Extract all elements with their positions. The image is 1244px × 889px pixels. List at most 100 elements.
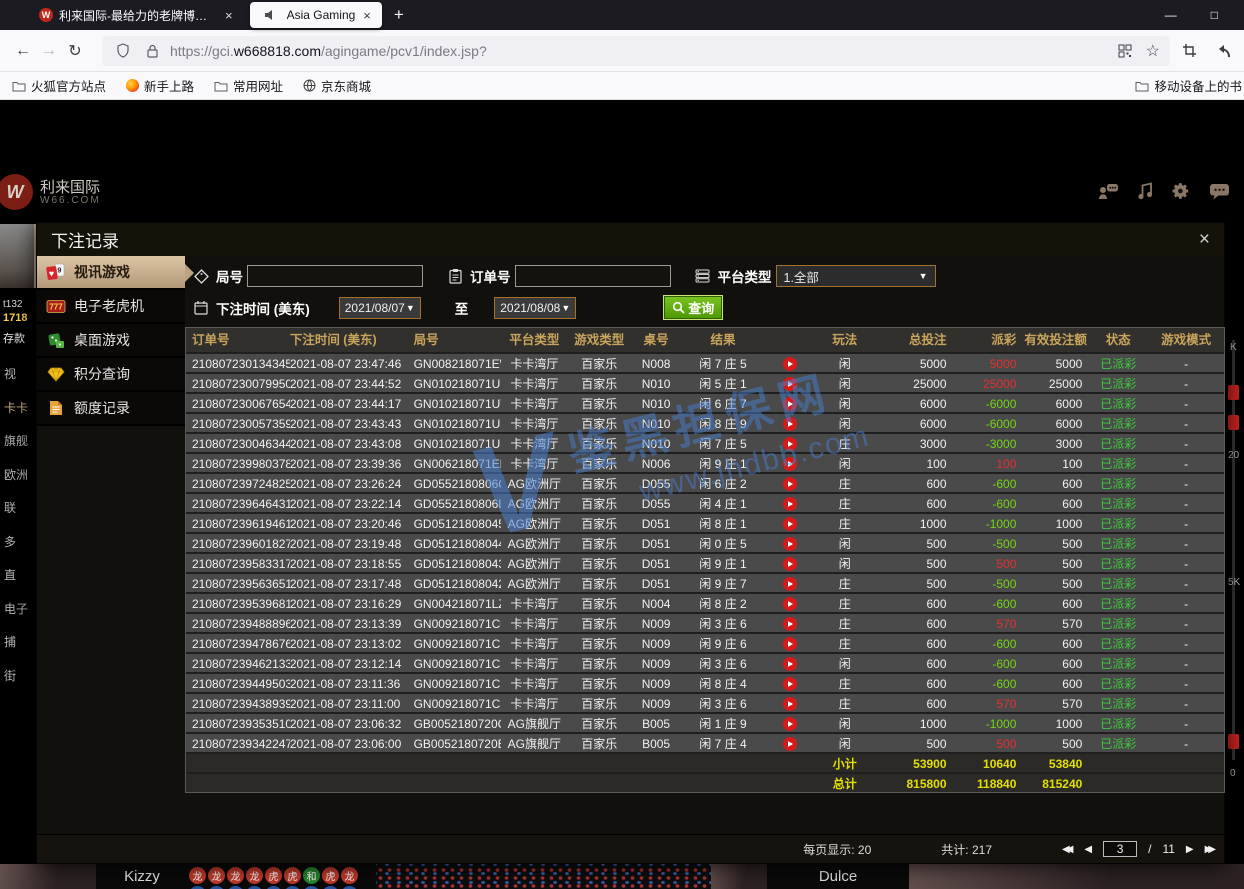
left-nav-fragment[interactable]: 视 [0,358,36,392]
page-number-input[interactable] [1103,841,1137,857]
bookmark-star-icon[interactable]: ☆ [1146,41,1160,61]
window-maximize-button[interactable]: □ [1211,8,1218,22]
url-text[interactable]: https://gci.w668818.com/agingame/pcv1/in… [170,43,487,59]
replay-button[interactable] [783,437,797,451]
bookmark-folder-firefox[interactable]: 火狐官方站点 [12,76,106,95]
replay-button[interactable] [783,577,797,591]
table-row[interactable]: 210807230079950 2021-08-07 23:44:52 GN01… [186,372,1224,392]
query-button[interactable]: 查询 [664,296,722,319]
table-row[interactable]: 210807230057359 2021-08-07 23:43:43 GN01… [186,412,1224,432]
sidebar-item-slots[interactable]: 777 电子老虎机 [37,290,185,324]
platform-type-select[interactable]: 1.全部 ▼ [776,265,936,287]
table-row[interactable]: 210807239539681 2021-08-07 23:16:29 GN00… [186,592,1224,612]
table-row[interactable]: 210807239646431 2021-08-07 23:22:14 GD05… [186,492,1224,512]
table-row[interactable]: 210807239980378 2021-08-07 23:39:36 GN00… [186,452,1224,472]
table-row[interactable]: 210807230067654 2021-08-07 23:44:17 GN01… [186,392,1224,412]
left-nav-fragment[interactable]: 联 [0,492,36,526]
left-nav-fragment[interactable]: 多 [0,526,36,560]
bookmark-folder-common[interactable]: 常用网址 [214,76,283,95]
left-nav-fragment[interactable]: 街 [0,660,36,694]
replay-button[interactable] [783,677,797,691]
table-row[interactable]: 210807239563651 2021-08-07 23:17:48 GD05… [186,572,1224,592]
table-row[interactable]: 210807239342247 2021-08-07 23:06:00 GB00… [186,732,1224,752]
deposit-button[interactable]: 存款 [3,330,25,346]
window-minimize-button[interactable]: — [1165,8,1177,22]
left-nav-fragment[interactable]: 直 [0,559,36,593]
replay-button[interactable] [783,657,797,671]
screenshot-crop-icon[interactable] [1178,43,1200,58]
sidebar-item-points[interactable]: 积分查询 [37,358,185,392]
back-button[interactable]: ← [10,42,36,60]
replay-button[interactable] [783,557,797,571]
table-row[interactable]: 210807239601827 2021-08-07 23:19:48 GD05… [186,532,1224,552]
replay-button[interactable] [783,477,797,491]
music-icon[interactable] [1138,182,1153,200]
replay-button[interactable] [783,597,797,611]
date-from-picker[interactable]: 2021/08/07 ▼ [339,297,421,319]
replay-button[interactable] [783,497,797,511]
bookmark-getting-started[interactable]: 新手上路 [126,76,194,95]
left-nav-fragment[interactable]: 卡卡 [0,392,36,426]
date-to-picker[interactable]: 2021/08/08 ▼ [494,297,576,319]
customer-service-icon[interactable] [1098,183,1119,200]
shield-icon[interactable] [112,43,134,58]
user-avatar[interactable] [0,224,36,288]
replay-button[interactable] [783,697,797,711]
replay-button[interactable] [783,617,797,631]
replay-button[interactable] [783,397,797,411]
replay-button[interactable] [783,537,797,551]
left-nav-fragment[interactable]: 捕 [0,626,36,660]
w66-logo[interactable]: W [0,174,33,210]
browser-tab-w66[interactable]: W 利来国际-最给力的老牌博彩网站 × [30,2,244,28]
table-row[interactable]: 210807230134345 2021-08-07 23:47:46 GN00… [186,352,1224,372]
replay-button[interactable] [783,417,797,431]
gear-icon[interactable] [1172,182,1190,200]
tab-close-button[interactable]: × [361,8,373,23]
table-row[interactable]: 210807239724825 2021-08-07 23:26:24 GD05… [186,472,1224,492]
sidebar-item-video-games[interactable]: 9♥ 视讯游戏 [37,256,185,290]
lock-icon[interactable] [141,44,163,58]
left-nav-fragment[interactable]: 旗舰 [0,425,36,459]
chat-bubble-icon[interactable] [1209,183,1230,200]
new-tab-button[interactable]: + [394,5,404,25]
sidebar-item-table-games[interactable]: 桌面游戏 [37,324,185,358]
table-row[interactable]: 210807230046344 2021-08-07 23:43:08 GN01… [186,432,1224,452]
table-row[interactable]: 210807239353510 2021-08-07 23:06:32 GB00… [186,712,1224,732]
table-row[interactable]: 210807239583317 2021-08-07 23:18:55 GD05… [186,552,1224,572]
forward-button[interactable]: → [36,42,62,60]
cell-play-method: 闲 [815,414,875,432]
replay-button[interactable] [783,357,797,371]
reload-button[interactable]: ↻ [62,41,88,61]
first-page-button[interactable]: ◀◀ [1062,844,1073,855]
browser-tab-asia-gaming[interactable]: Asia Gaming × [250,2,382,28]
table-row[interactable]: 210807239619461 2021-08-07 23:20:46 GD05… [186,512,1224,532]
round-id-input[interactable] [247,265,423,287]
bookmark-mobile-folder[interactable]: 移动设备上的书 [1135,76,1242,95]
order-id-input[interactable] [515,265,671,287]
left-nav-fragment[interactable]: 电子 [0,593,36,627]
undo-arrow-icon[interactable] [1212,44,1234,58]
replay-button[interactable] [783,377,797,391]
url-bar[interactable]: https://gci.w668818.com/agingame/pcv1/in… [102,36,1170,66]
replay-button[interactable] [783,637,797,651]
replay-button[interactable] [783,717,797,731]
cell-bet-time: 2021-08-07 23:18:55 [290,554,412,572]
table-row[interactable]: 210807239478676 2021-08-07 23:13:02 GN00… [186,632,1224,652]
next-page-button[interactable]: ▶ [1186,844,1194,855]
tab-close-button[interactable]: × [223,8,235,23]
sidebar-item-quota-records[interactable]: 额度记录 [37,392,185,426]
table-row[interactable]: 210807239488896 2021-08-07 23:13:39 GN00… [186,612,1224,632]
prev-page-button[interactable]: ◀ [1084,844,1092,855]
table-row[interactable]: 210807239449503 2021-08-07 23:11:36 GN00… [186,672,1224,692]
modal-close-button[interactable]: × [1199,230,1210,249]
replay-button[interactable] [783,737,797,751]
road-badges: 龙龙龙龙虎虎和虎龙龙龙龙龙龙龙龙龙龙 [188,864,376,889]
table-row[interactable]: 210807239438939 2021-08-07 23:11:00 GN00… [186,692,1224,712]
replay-button[interactable] [783,517,797,531]
replay-button[interactable] [783,457,797,471]
bookmark-jd[interactable]: 京东商城 [303,76,371,95]
left-nav-fragment[interactable]: 欧洲 [0,459,36,493]
table-row[interactable]: 210807239462133 2021-08-07 23:12:14 GN00… [186,652,1224,672]
qr-scan-icon[interactable] [1114,44,1136,58]
last-page-button[interactable]: ▶▶ [1205,844,1216,855]
